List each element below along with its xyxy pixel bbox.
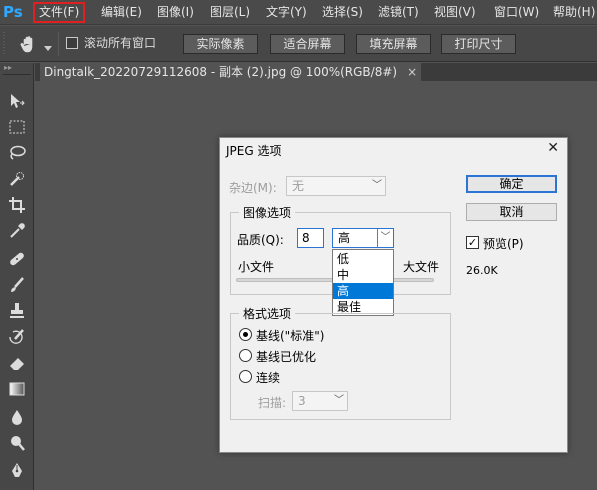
tool-preset-dropdown-arrow-icon[interactable] <box>44 41 52 51</box>
scans-select: 3 ﹀ <box>292 391 348 411</box>
dialog-title: JPEG 选项 <box>226 144 282 158</box>
menu-image[interactable]: 图像(I) <box>153 2 198 23</box>
close-icon[interactable]: ✕ <box>547 140 559 156</box>
ok-button[interactable]: 确定 <box>466 175 557 193</box>
photoshop-logo: Ps <box>3 3 23 21</box>
baseline-standard-label: 基线("标准") <box>256 329 325 343</box>
format-options-title: 格式选项 <box>239 305 296 322</box>
progressive-radio[interactable] <box>239 370 252 383</box>
quality-label: 品质(Q): <box>237 233 284 247</box>
menu-view[interactable]: 视图(V) <box>430 2 480 23</box>
fill-screen-button[interactable]: 填充屏幕 <box>356 34 431 54</box>
document-tab-title: Dingtalk_20220729112608 - 副本 (2).jpg @ 1… <box>44 65 398 79</box>
pen-icon[interactable] <box>7 461 27 481</box>
print-size-button[interactable]: 打印尺寸 <box>441 34 516 54</box>
scroll-all-windows-checkbox[interactable] <box>66 37 78 49</box>
tools-panel: ▸▸ <box>0 63 34 490</box>
quality-level-select[interactable]: 高 ﹀ <box>332 228 394 248</box>
collapse-panel-icon[interactable]: ▸▸ <box>4 64 30 72</box>
menu-edit[interactable]: 编辑(E) <box>97 2 146 23</box>
menu-select[interactable]: 选择(S) <box>318 2 367 23</box>
quality-level-value: 高 <box>338 231 351 245</box>
quality-input[interactable]: 8 <box>297 228 324 248</box>
baseline-optimized-radio[interactable] <box>239 349 252 362</box>
progressive-label: 连续 <box>256 371 281 385</box>
quality-option-medium[interactable]: 中 <box>333 267 393 283</box>
eyedropper-icon[interactable] <box>7 221 27 241</box>
crop-icon[interactable] <box>7 195 27 215</box>
menu-type[interactable]: 文字(Y) <box>262 2 311 23</box>
cancel-button[interactable]: 取消 <box>466 203 557 221</box>
menu-bar: Ps 文件(F) 编辑(E) 图像(I) 图层(L) 文字(Y) 选择(S) 滤… <box>0 0 597 25</box>
file-size-readout: 26.0K <box>466 264 498 277</box>
preview-label: 预览(P) <box>483 237 524 251</box>
menu-layer[interactable]: 图层(L) <box>206 2 254 23</box>
options-bar: 滚动所有窗口 实际像素 适合屏幕 填充屏幕 打印尺寸 <box>0 26 597 62</box>
scans-label: 扫描: <box>258 396 287 410</box>
matte-select: 无 ﹀ <box>286 176 386 196</box>
panel-divider <box>3 74 31 75</box>
menu-help[interactable]: 帮助(H) <box>549 2 597 23</box>
history-brush-icon[interactable] <box>7 327 27 347</box>
marquee-icon[interactable] <box>7 117 27 137</box>
eraser-icon[interactable] <box>7 353 27 373</box>
baseline-optimized-label: 基线已优化 <box>256 350 317 364</box>
scans-value: 3 <box>298 394 306 408</box>
dodge-icon[interactable] <box>7 433 27 453</box>
chevron-down-icon: ﹀ <box>334 395 344 406</box>
chevron-down-icon: ﹀ <box>372 180 382 191</box>
actual-pixels-button[interactable]: 实际像素 <box>183 34 258 54</box>
matte-label: 杂边(M): <box>229 181 277 195</box>
chevron-down-icon[interactable]: ﹀ <box>377 229 393 247</box>
hand-icon[interactable] <box>18 33 40 55</box>
quality-dropdown-list: 低 中 高 最佳 <box>332 249 394 316</box>
menu-window[interactable]: 窗口(W) <box>490 2 543 23</box>
menu-file[interactable]: 文件(F) <box>33 2 86 23</box>
close-tab-icon[interactable]: × <box>407 65 417 79</box>
menu-filter[interactable]: 滤镜(T) <box>374 2 423 23</box>
quick-select-icon[interactable] <box>7 169 27 189</box>
preview-checkbox[interactable]: ✓ <box>466 236 479 249</box>
brush-icon[interactable] <box>7 275 27 295</box>
lasso-icon[interactable] <box>7 143 27 163</box>
quality-option-low[interactable]: 低 <box>333 251 393 267</box>
options-separator <box>58 32 59 56</box>
image-options-title: 图像选项 <box>239 204 296 221</box>
small-file-label: 小文件 <box>238 260 275 274</box>
scroll-all-windows-label: 滚动所有窗口 <box>84 36 157 50</box>
document-tab[interactable]: Dingtalk_20220729112608 - 副本 (2).jpg @ 1… <box>40 63 422 81</box>
options-bar-grip[interactable] <box>2 28 8 60</box>
matte-value: 无 <box>292 179 305 193</box>
quality-option-high[interactable]: 高 <box>333 283 393 299</box>
stamp-icon[interactable] <box>7 301 27 321</box>
jpeg-options-dialog: JPEG 选项 ✕ 杂边(M): 无 ﹀ 图像选项 品质(Q): 8 高 ﹀ 小… <box>219 137 568 453</box>
move-icon[interactable] <box>7 91 27 111</box>
baseline-standard-radio[interactable] <box>239 328 252 341</box>
fit-screen-button[interactable]: 适合屏幕 <box>270 34 345 54</box>
healing-brush-icon[interactable] <box>7 249 27 269</box>
blur-icon[interactable] <box>7 407 27 427</box>
gradient-icon[interactable] <box>7 379 27 399</box>
large-file-label: 大文件 <box>403 260 440 274</box>
